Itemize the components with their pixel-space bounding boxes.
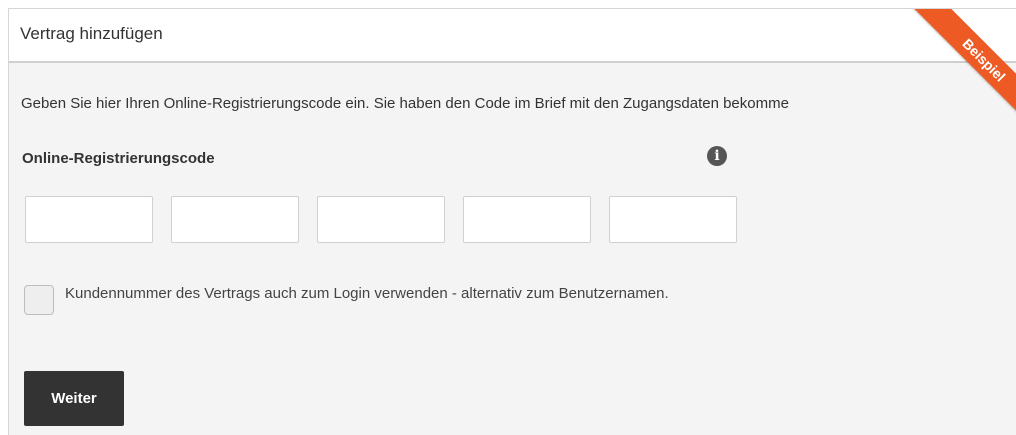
code-input-5[interactable] xyxy=(609,196,737,243)
code-input-2[interactable] xyxy=(171,196,299,243)
registration-code-label: Online-Registrierungscode xyxy=(22,150,215,167)
code-input-3[interactable] xyxy=(317,196,445,243)
panel-title: Vertrag hinzufügen xyxy=(20,24,163,43)
login-customer-number-label[interactable]: Kundennummer des Vertrags auch zum Login… xyxy=(65,283,745,304)
panel-header: Vertrag hinzufügen xyxy=(9,9,1016,63)
intro-text: Geben Sie hier Ihren Online-Registrierun… xyxy=(21,95,789,112)
add-contract-panel: Vertrag hinzufügen Beispiel Geben Sie hi… xyxy=(8,8,1016,435)
code-input-4[interactable] xyxy=(463,196,591,243)
code-input-1[interactable] xyxy=(25,196,153,243)
next-button[interactable]: Weiter xyxy=(24,371,124,426)
login-customer-number-checkbox[interactable] xyxy=(24,285,54,315)
info-icon[interactable]: i xyxy=(707,146,727,166)
